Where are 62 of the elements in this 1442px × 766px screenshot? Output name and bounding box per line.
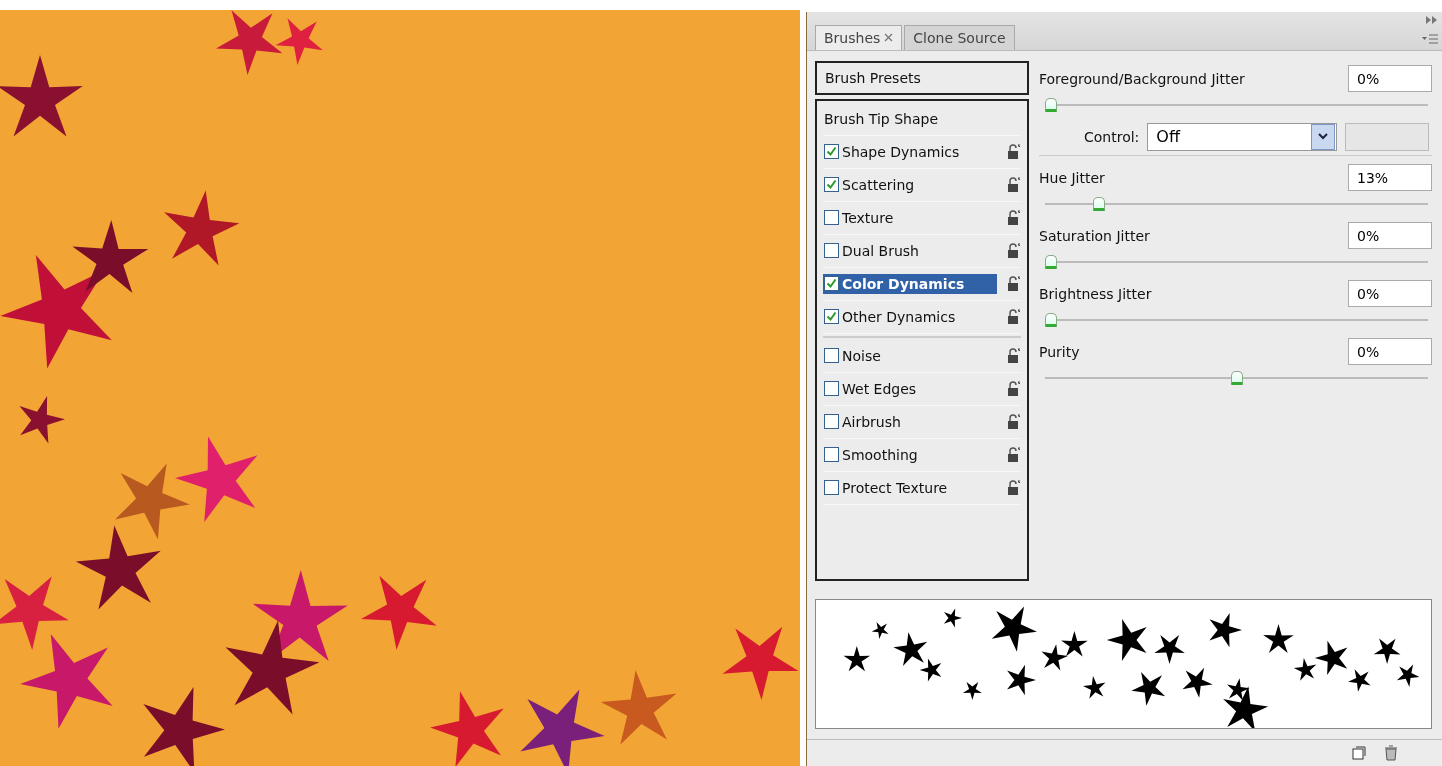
setting-label: Brightness Jitter <box>1039 285 1152 302</box>
setting-label: Foreground/Background Jitter <box>1039 70 1245 87</box>
lock-icon[interactable] <box>1007 308 1021 325</box>
value-field[interactable]: 0% <box>1348 338 1432 366</box>
checkbox[interactable] <box>824 414 839 430</box>
option-item[interactable]: Brush Tip Shape <box>823 108 997 129</box>
lock-icon[interactable] <box>1007 380 1021 397</box>
control-label: Control: <box>1084 128 1140 145</box>
checkbox[interactable] <box>824 447 839 463</box>
setting-label: Purity <box>1039 343 1080 360</box>
slider-thumb[interactable] <box>1045 254 1057 269</box>
setting-label: Hue Jitter <box>1039 169 1105 186</box>
new-brush-icon[interactable] <box>1352 746 1366 761</box>
lock-icon[interactable] <box>1007 275 1021 292</box>
lock-icon[interactable] <box>1007 413 1021 430</box>
option-item[interactable]: Shape Dynamics <box>823 141 997 162</box>
option-item[interactable]: Noise <box>823 345 997 366</box>
slider-thumb[interactable] <box>1230 370 1243 385</box>
option-item[interactable]: Airbrush <box>823 411 997 432</box>
lock-icon[interactable] <box>1007 242 1021 259</box>
control-dropdown[interactable]: Off <box>1147 122 1338 151</box>
lock-icon[interactable] <box>1007 176 1021 193</box>
option-item[interactable]: Smoothing <box>823 444 997 465</box>
option-item[interactable]: Protect Texture <box>823 477 997 498</box>
checkbox[interactable] <box>824 348 839 364</box>
value-field[interactable]: 13% <box>1348 164 1432 192</box>
tab-label: Clone Source <box>913 29 1006 46</box>
lock-icon[interactable] <box>1007 143 1021 160</box>
lock-icon[interactable] <box>1007 209 1021 226</box>
option-item[interactable]: Other Dynamics <box>823 306 997 327</box>
lock-icon[interactable] <box>1007 446 1021 463</box>
option-item[interactable]: Color Dynamics <box>823 273 997 294</box>
brush-presets-item[interactable]: Brush Presets <box>815 60 1029 95</box>
checkbox[interactable] <box>824 210 839 226</box>
checkbox[interactable] <box>824 243 839 259</box>
setting-label: Saturation Jitter <box>1039 227 1150 244</box>
checkbox[interactable] <box>824 177 839 193</box>
trash-icon[interactable] <box>1384 745 1398 762</box>
panel-menu-icon[interactable] <box>1422 34 1438 44</box>
checkbox[interactable] <box>824 480 839 496</box>
checkbox[interactable] <box>824 144 839 160</box>
checkbox[interactable] <box>824 309 839 325</box>
option-item[interactable]: Wet Edges <box>823 378 997 399</box>
lock-icon[interactable] <box>1007 347 1021 364</box>
slider-thumb[interactable] <box>1093 196 1106 211</box>
panel-tab[interactable]: Brushes <box>815 24 903 50</box>
slider-thumb[interactable] <box>1045 312 1057 327</box>
value-field[interactable]: 0% <box>1348 280 1432 308</box>
lock-icon[interactable] <box>1007 479 1021 496</box>
checkbox[interactable] <box>824 381 839 397</box>
option-item[interactable]: Texture <box>823 207 997 228</box>
slider-thumb[interactable] <box>1045 97 1057 112</box>
panel-tab[interactable]: Clone Source <box>904 24 1015 50</box>
collapse-arrows-icon[interactable] <box>1426 16 1438 24</box>
tab-label: Brushes <box>824 29 881 46</box>
checkbox[interactable] <box>824 276 839 292</box>
option-item[interactable]: Dual Brush <box>823 240 997 261</box>
chevron-down-icon <box>1318 133 1329 141</box>
value-field[interactable]: 0% <box>1348 222 1432 250</box>
close-icon[interactable] <box>884 33 894 43</box>
value-field[interactable]: 0% <box>1348 65 1432 93</box>
option-item[interactable]: Scattering <box>823 174 997 195</box>
